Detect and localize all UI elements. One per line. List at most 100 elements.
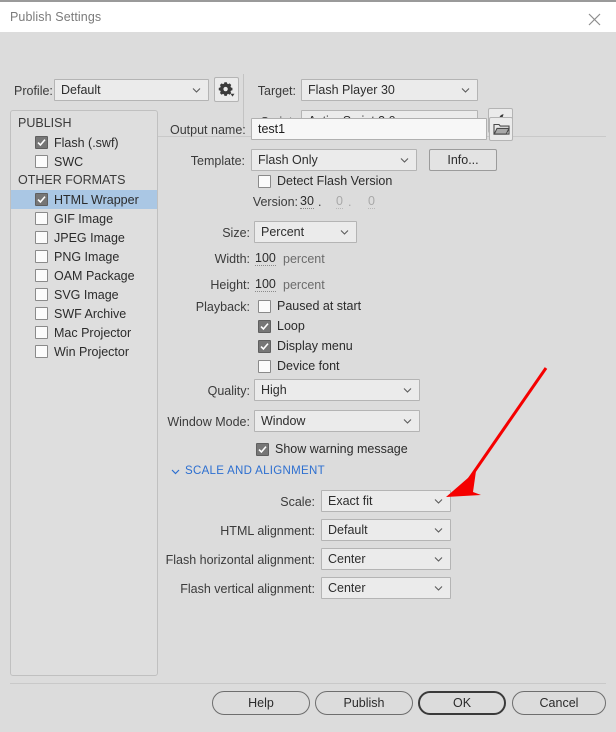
chevron-down-icon	[434, 584, 443, 593]
template-value: Flash Only	[258, 153, 318, 167]
gear-icon	[218, 82, 235, 97]
sidebar-item-label: Flash (.swf)	[54, 135, 119, 150]
window-mode-dropdown[interactable]: Window	[254, 410, 420, 432]
sidebar-item-oam-package[interactable]: OAM Package	[11, 266, 157, 285]
checkbox-png-image[interactable]	[35, 250, 48, 263]
height-field[interactable]: 100	[255, 277, 276, 292]
version-minor-field[interactable]: 0	[336, 194, 343, 209]
playback-paused-at-start-row[interactable]: Paused at start	[258, 299, 361, 313]
checkbox-html-wrapper[interactable]	[35, 193, 48, 206]
toolbar-divider	[243, 74, 244, 128]
playback-label: Playback:	[195, 300, 250, 314]
sidebar-item-label: Mac Projector	[54, 325, 132, 340]
checkbox-detect-flash-version[interactable]	[258, 174, 271, 188]
target-value: Flash Player 30	[308, 83, 395, 97]
sidebar-item-gif-image[interactable]: GIF Image	[11, 209, 157, 228]
flash-vertical-alignment-dropdown[interactable]: Center	[321, 577, 451, 599]
window-title: Publish Settings	[10, 10, 102, 24]
detect-flash-version-row[interactable]: Detect Flash Version	[258, 174, 392, 188]
sidebar-item-win-projector[interactable]: Win Projector	[11, 342, 157, 361]
height-label: Height:	[210, 278, 250, 292]
sidebar-item-png-image[interactable]: PNG Image	[11, 247, 157, 266]
html-alignment-dropdown[interactable]: Default	[321, 519, 451, 541]
version-major-field[interactable]: 30	[300, 194, 314, 209]
playback-display-menu-row[interactable]: Display menu	[258, 339, 353, 353]
sidebar-item-mac-projector[interactable]: Mac Projector	[11, 323, 157, 342]
scale-and-alignment-section-header[interactable]: SCALE AND ALIGNMENT	[171, 465, 325, 477]
quality-label: Quality:	[207, 384, 250, 398]
profile-options-button[interactable]	[214, 77, 239, 102]
version-build-field[interactable]: 0	[368, 194, 375, 209]
checkbox-gif-image[interactable]	[35, 212, 48, 225]
sidebar-item-svg-image[interactable]: SVG Image	[11, 285, 157, 304]
checkbox-win-projector[interactable]	[35, 345, 48, 358]
detect-flash-version-label: Detect Flash Version	[277, 174, 393, 188]
checkbox-loop[interactable]	[258, 319, 271, 333]
checkbox-oam-package[interactable]	[35, 269, 48, 282]
playback-loop-row[interactable]: Loop	[258, 319, 305, 333]
size-value: Percent	[261, 225, 305, 239]
template-info-button[interactable]: Info...	[429, 149, 497, 171]
cancel-button-label: Cancel	[539, 696, 579, 710]
sidebar-item-flash-swf[interactable]: Flash (.swf)	[11, 133, 157, 152]
checkbox-mac-projector[interactable]	[35, 326, 48, 339]
quality-value: High	[261, 383, 287, 397]
checkbox-svg-image[interactable]	[35, 288, 48, 301]
version-separator-2: .	[348, 195, 352, 209]
chevron-down-icon	[403, 386, 412, 395]
sidebar-item-jpeg-image[interactable]: JPEG Image	[11, 228, 157, 247]
target-label: Target:	[257, 84, 296, 98]
publish-button[interactable]: Publish	[315, 691, 413, 715]
profile-label: Profile:	[14, 84, 53, 98]
flash-horizontal-alignment-label: Flash horizontal alignment:	[165, 553, 315, 567]
browse-output-button[interactable]	[489, 117, 513, 141]
sidebar-item-swf-archive[interactable]: SWF Archive	[11, 304, 157, 323]
output-name-value: test1	[258, 122, 286, 136]
size-dropdown[interactable]: Percent	[254, 221, 357, 243]
scale-dropdown[interactable]: Exact fit	[321, 490, 451, 512]
sidebar-item-swc[interactable]: SWC	[11, 152, 157, 171]
help-button-label: Help	[248, 696, 274, 710]
html-alignment-value: Default	[328, 523, 368, 537]
width-field[interactable]: 100	[255, 251, 276, 266]
height-unit-label: percent	[283, 278, 325, 292]
help-button[interactable]: Help	[212, 691, 310, 715]
target-dropdown[interactable]: Flash Player 30	[301, 79, 478, 101]
checkbox-device-font[interactable]	[258, 359, 271, 373]
profile-dropdown[interactable]: Default	[54, 79, 209, 101]
publish-button-label: Publish	[343, 696, 385, 710]
show-warning-message-label: Show warning message	[275, 442, 408, 456]
checkbox-swf-archive[interactable]	[35, 307, 48, 320]
template-dropdown[interactable]: Flash Only	[251, 149, 417, 171]
sidebar-item-label: OAM Package	[54, 268, 135, 283]
playback-device-font-row[interactable]: Device font	[258, 359, 340, 373]
window-mode-label: Window Mode:	[167, 415, 250, 429]
chevron-down-icon	[461, 86, 470, 95]
checkbox-paused-at-start[interactable]	[258, 299, 271, 313]
version-separator-1: .	[318, 195, 322, 209]
scale-label: Scale:	[280, 495, 315, 509]
chevron-down-icon	[340, 228, 349, 237]
chevron-down-icon	[192, 86, 201, 95]
sidebar-item-html-wrapper[interactable]: HTML Wrapper	[11, 190, 157, 209]
show-warning-message-row[interactable]: Show warning message	[256, 442, 408, 456]
checkbox-flash-swf[interactable]	[35, 136, 48, 149]
checkbox-jpeg-image[interactable]	[35, 231, 48, 244]
ok-button[interactable]: OK	[418, 691, 506, 715]
format-sidebar: PUBLISH Flash (.swf) SWC OTHER FORMATS H…	[10, 110, 158, 676]
close-button[interactable]	[572, 4, 616, 34]
close-icon	[588, 13, 600, 25]
flash-horizontal-alignment-dropdown[interactable]: Center	[321, 548, 451, 570]
quality-dropdown[interactable]: High	[254, 379, 420, 401]
checkbox-swc[interactable]	[35, 155, 48, 168]
publish-settings-dialog: Publish Settings Profile: Default Target…	[0, 0, 616, 732]
size-label: Size:	[222, 226, 250, 240]
cancel-button[interactable]: Cancel	[512, 691, 606, 715]
checkbox-show-warning-message[interactable]	[256, 442, 269, 456]
chevron-down-icon	[434, 555, 443, 564]
output-name-input[interactable]: test1	[251, 118, 487, 140]
checkbox-display-menu[interactable]	[258, 339, 271, 353]
sidebar-item-label: JPEG Image	[54, 230, 125, 245]
chevron-down-icon	[434, 526, 443, 535]
template-label: Template:	[190, 154, 245, 168]
